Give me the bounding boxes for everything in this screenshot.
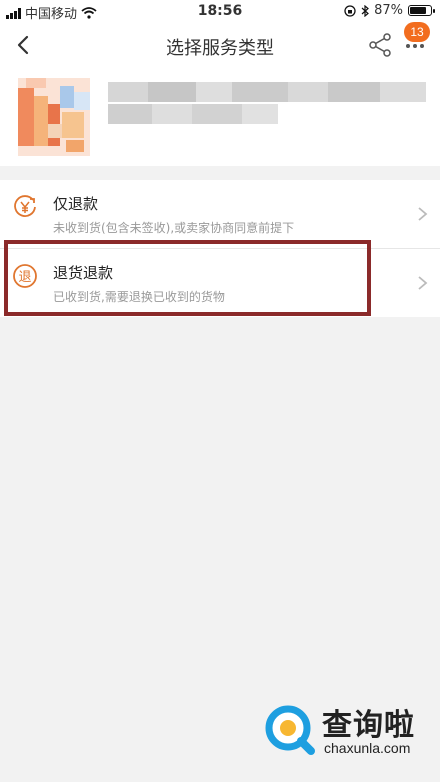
watermark-logo-icon (265, 705, 315, 755)
orientation-lock-icon (344, 4, 356, 17)
option-refund-only[interactable]: 仅退款 未收到货(包含未签收),或卖家协商同意前提下 (0, 180, 440, 248)
nav-bar: 选择服务类型 13 (0, 22, 440, 68)
option-description: 未收到货(包含未签收),或卖家协商同意前提下 (53, 221, 295, 235)
yuan-circle-arrow-icon (14, 195, 36, 217)
share-icon[interactable] (368, 32, 394, 58)
chevron-right-icon (418, 207, 428, 221)
option-title: 仅退款 (53, 195, 99, 213)
battery-percent: 87% (374, 3, 403, 18)
product-card (0, 68, 440, 166)
product-title-blurred (108, 82, 426, 126)
watermark: 查询啦 chaxunla.com (264, 698, 436, 760)
notification-badge: 13 (404, 22, 430, 42)
watermark-url: chaxunla.com (324, 740, 411, 756)
status-bar: 中国移动 18:56 87% (0, 0, 440, 22)
highlight-annotation-box (4, 240, 371, 316)
product-thumbnail (18, 78, 90, 156)
chevron-right-icon (418, 276, 428, 290)
more-icon (406, 44, 424, 48)
battery-icon (408, 5, 435, 16)
status-right: 87% (344, 3, 435, 18)
watermark-text: 查询啦 (322, 708, 415, 743)
bluetooth-icon (361, 4, 370, 17)
